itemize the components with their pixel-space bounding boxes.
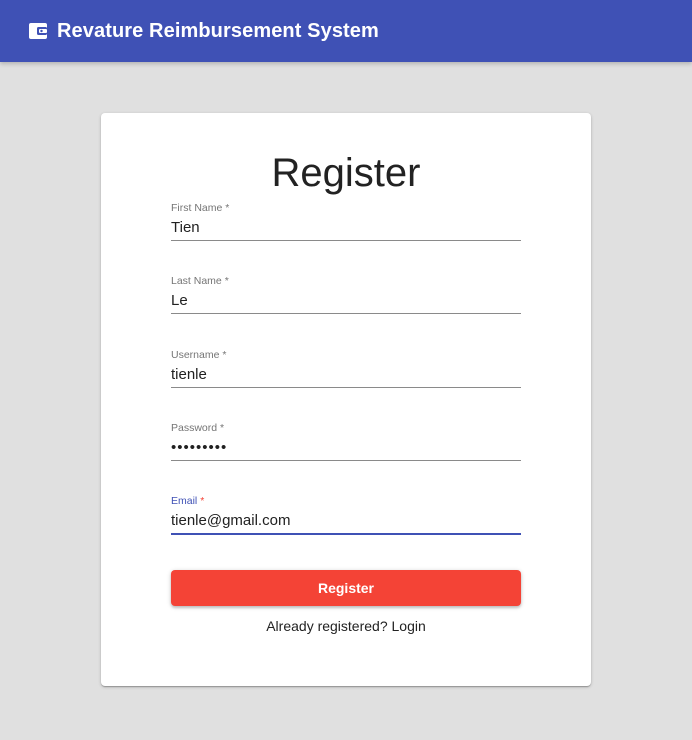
app-bar: Revature Reimbursement System — [0, 0, 692, 62]
wallet-icon — [28, 21, 48, 41]
first-name-input[interactable] — [171, 216, 521, 238]
last-name-input[interactable] — [171, 289, 521, 311]
username-field: Username * — [171, 349, 521, 395]
username-input[interactable] — [171, 363, 521, 385]
password-underline — [171, 460, 521, 461]
password-label: Password * — [171, 422, 225, 434]
first-name-field: First Name * — [171, 202, 521, 248]
register-card: Register First Name * Last Name * Userna… — [101, 113, 591, 686]
password-field: Password * — [171, 422, 521, 468]
email-underline — [171, 533, 521, 535]
page-title: Register — [271, 151, 421, 195]
last-name-field: Last Name * — [171, 275, 521, 321]
first-name-underline — [171, 240, 521, 241]
login-link[interactable]: Already registered? Login — [101, 618, 591, 634]
last-name-underline — [171, 313, 521, 314]
password-input[interactable] — [171, 436, 521, 458]
username-underline — [171, 387, 521, 388]
register-button[interactable]: Register — [171, 570, 521, 606]
app-title: Revature Reimbursement System — [57, 19, 379, 42]
email-field: Email * — [171, 495, 521, 541]
username-label: Username * — [171, 349, 227, 361]
first-name-label: First Name * — [171, 202, 230, 214]
last-name-label: Last Name * — [171, 275, 229, 287]
email-label: Email * — [171, 495, 205, 507]
email-input[interactable] — [171, 509, 521, 531]
